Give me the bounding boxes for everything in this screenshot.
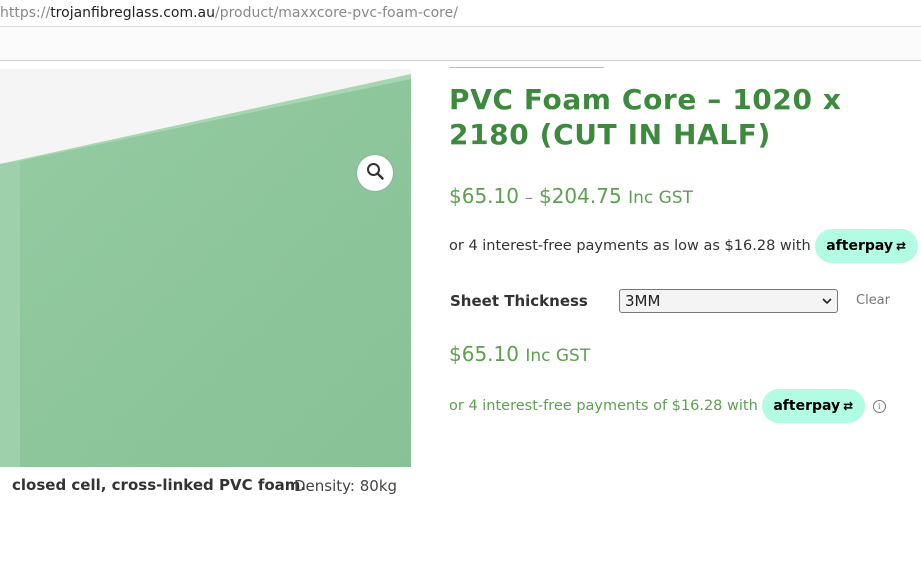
- image-caption-right: Density: 80kg: [294, 477, 398, 495]
- foam-sheet-illustration: [0, 69, 411, 467]
- zoom-button[interactable]: [357, 155, 393, 191]
- price-min: $65.10: [449, 184, 519, 208]
- afterpay-badge-variation[interactable]: afterpay ⇄: [761, 389, 865, 423]
- afterpay-badge-label-variation: afterpay: [773, 398, 841, 414]
- url-scheme: https://: [0, 5, 51, 21]
- magnifier-icon: [366, 162, 384, 184]
- url-path: /product/maxxcore-pvc-foam-core/: [215, 5, 458, 21]
- image-caption-left: closed cell, cross-linked PVC foam.: [12, 476, 307, 494]
- price-separator: –: [524, 188, 533, 207]
- url-host: trojanfibreglass.com.au: [50, 5, 215, 21]
- price-max: $204.75: [538, 184, 622, 208]
- clear-selection-link[interactable]: Clear: [856, 293, 890, 308]
- afterpay-range-message: or 4 interest-free payments as low as $1…: [449, 229, 921, 263]
- thickness-select[interactable]: 3MM: [619, 289, 838, 313]
- info-icon[interactable]: i: [872, 399, 886, 413]
- afterpay-arrows-icon: ⇄: [896, 239, 907, 253]
- variation-label: Sheet Thickness: [450, 292, 588, 310]
- product-image[interactable]: [0, 69, 411, 467]
- afterpay-variation-text: or 4 interest-free payments of $16.28 wi…: [449, 398, 758, 414]
- thickness-selected-value: 3MM: [625, 292, 661, 310]
- address-bar[interactable]: https://trojanfibreglass.com.au/product/…: [0, 0, 921, 27]
- chevron-down-icon: [822, 290, 832, 320]
- price-suffix: Inc GST: [628, 188, 693, 208]
- site-header-strip: [0, 28, 921, 61]
- page-title: PVC Foam Core – 1020 x 2180 (CUT IN HALF…: [449, 83, 842, 151]
- variation-price-value: $65.10: [449, 342, 519, 366]
- afterpay-badge-label: afterpay: [826, 238, 894, 254]
- afterpay-range-text: or 4 interest-free payments as low as $1…: [449, 238, 811, 254]
- afterpay-variation-message: or 4 interest-free payments of $16.28 wi…: [449, 389, 886, 423]
- price-range: $65.10– $204.75 Inc GST: [449, 184, 693, 208]
- afterpay-badge[interactable]: afterpay ⇄: [814, 229, 918, 263]
- variation-price: $65.10 Inc GST: [449, 342, 590, 366]
- variation-price-suffix: Inc GST: [525, 346, 591, 366]
- afterpay-arrows-icon: ⇄: [843, 399, 854, 413]
- breadcrumb-divider: [449, 67, 604, 68]
